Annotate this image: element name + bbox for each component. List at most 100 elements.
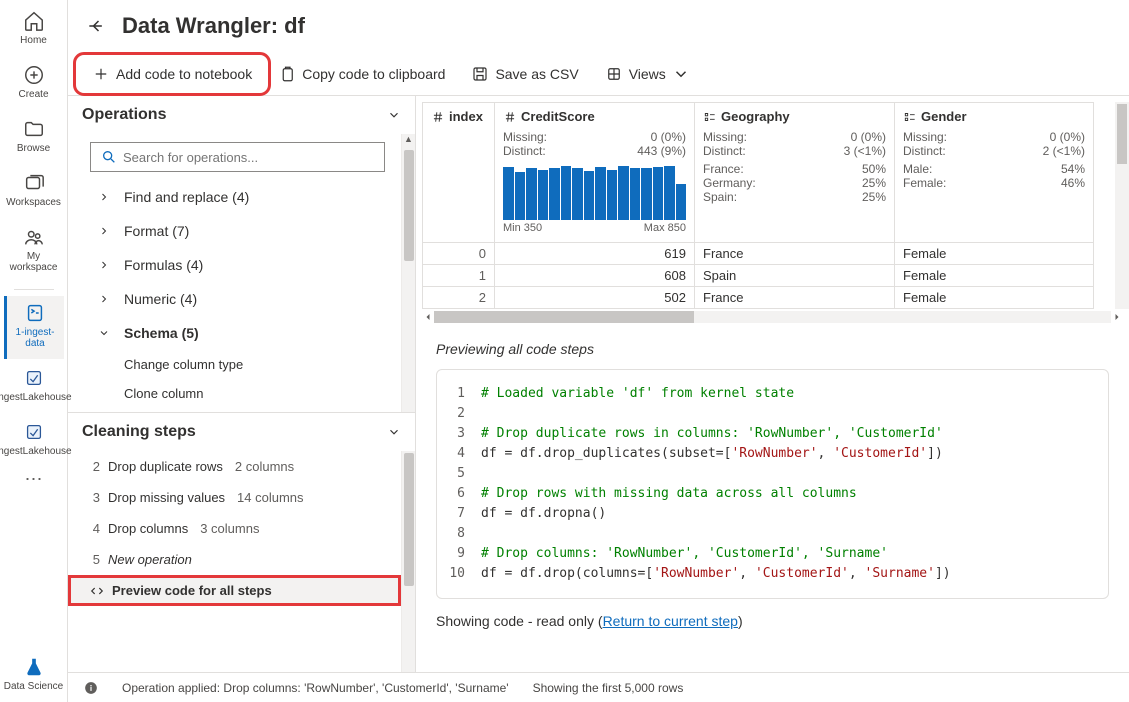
header-label: Cleaning steps — [82, 423, 196, 441]
category-icon — [703, 110, 717, 124]
views-button[interactable]: Views — [593, 59, 702, 89]
steps-header[interactable]: Cleaning steps — [68, 412, 415, 451]
scroll-thumb[interactable] — [404, 150, 414, 261]
data-row[interactable]: 2502FranceFemale — [422, 287, 1123, 309]
op-sub-item[interactable]: Change column type — [90, 350, 385, 379]
save-csv-button[interactable]: Save as CSV — [459, 59, 590, 89]
code-box: 1# Loaded variable 'df' from kernel stat… — [436, 369, 1109, 599]
grid-hscrollbar[interactable] — [422, 311, 1123, 323]
rail-create[interactable]: Create — [4, 58, 64, 110]
column-title: CreditScore — [503, 109, 686, 124]
rail-separator — [14, 289, 54, 290]
cleaning-step[interactable]: 4Drop columns3 columns — [68, 513, 401, 544]
cell-index: 1 — [422, 265, 494, 287]
return-step-link[interactable]: Return to current step — [603, 613, 738, 629]
op-category[interactable]: Numeric (4) — [90, 282, 385, 316]
people-icon — [23, 226, 45, 248]
grid-vscrollbar[interactable] — [1115, 102, 1129, 309]
category-label: Find and replace (4) — [124, 189, 249, 205]
preview-label: Preview code for all steps — [112, 583, 272, 598]
chevron-right-icon — [98, 191, 110, 203]
data-row[interactable]: 0619FranceFemale — [422, 243, 1123, 265]
rail-ingest-data[interactable]: 1-ingest-data — [4, 296, 64, 359]
button-label: Add code to notebook — [116, 66, 252, 82]
rail-label: My workspace — [4, 251, 64, 273]
info-icon — [84, 681, 98, 695]
column-header[interactable]: index — [422, 102, 494, 243]
op-sub-item[interactable]: Clone column — [90, 379, 385, 408]
rail-label: Browse — [17, 143, 50, 154]
rail-data-science[interactable]: Data Science — [4, 650, 64, 702]
operations-scrollbar[interactable]: ▲ — [401, 134, 415, 412]
back-button[interactable] — [80, 10, 112, 42]
category-label: Numeric (4) — [124, 291, 197, 307]
op-category[interactable]: Formulas (4) — [90, 248, 385, 282]
cell-geo: France — [694, 243, 894, 265]
rail-lakehouse-2[interactable]: IngestLakehouse — [4, 415, 64, 467]
step-label: Drop columns — [108, 521, 188, 536]
lakehouse-icon — [23, 421, 45, 443]
cell-index: 2 — [422, 287, 494, 309]
notebook-icon — [24, 302, 46, 324]
rail-label: 1-ingest-data — [7, 327, 64, 349]
arrow-left-icon — [86, 16, 106, 36]
op-category[interactable]: Format (7) — [90, 214, 385, 248]
hash-icon — [431, 110, 445, 124]
step-label: Drop missing values — [108, 490, 225, 505]
rail-myworkspace[interactable]: My workspace — [4, 220, 64, 283]
rail-label: Workspaces — [6, 197, 61, 208]
operations-header[interactable]: Operations — [68, 96, 415, 134]
cell-gender: Female — [894, 287, 1094, 309]
cell-credit: 608 — [494, 265, 694, 287]
cleaning-step[interactable]: 3Drop missing values14 columns — [68, 482, 401, 513]
chevron-right-icon — [98, 225, 110, 237]
search-input[interactable] — [90, 142, 385, 172]
scroll-thumb[interactable] — [1117, 104, 1127, 164]
steps-scrollbar[interactable] — [401, 451, 415, 672]
op-category[interactable]: Find and replace (4) — [90, 180, 385, 214]
column-header[interactable]: GenderMissing:0 (0%)Distinct:2 (<1%)Male… — [894, 102, 1094, 243]
cell-gender: Female — [894, 265, 1094, 287]
chevron-right-icon — [98, 327, 110, 339]
left-panel: Operations Find and replace (4) Format (7… — [68, 96, 416, 672]
button-label: Copy code to clipboard — [302, 66, 445, 82]
code-panel: Previewing all code steps 1# Loaded vari… — [416, 325, 1129, 672]
arrow-left-icon — [422, 311, 434, 323]
scroll-thumb[interactable] — [434, 311, 694, 323]
hash-icon — [503, 110, 517, 124]
column-header[interactable]: CreditScoreMissing:0 (0%)Distinct:443 (9… — [494, 102, 694, 243]
column-header[interactable]: GeographyMissing:0 (0%)Distinct:3 (<1%)F… — [694, 102, 894, 243]
stack-icon — [23, 172, 45, 194]
header-label: Operations — [82, 106, 166, 124]
step-number: 2 — [90, 459, 100, 474]
steps-body: 2Drop duplicate rows2 columns3Drop missi… — [68, 451, 401, 672]
rail-lakehouse-1[interactable]: IngestLakehouse — [4, 361, 64, 413]
lakehouse-icon — [23, 367, 45, 389]
status-applied: Operation applied: Drop columns: 'RowNum… — [122, 681, 509, 695]
step-number: 5 — [90, 552, 100, 567]
op-category[interactable]: Schema (5) — [90, 316, 385, 350]
cleaning-step[interactable]: 2Drop duplicate rows2 columns — [68, 451, 401, 482]
rail-workspaces[interactable]: Workspaces — [4, 166, 64, 218]
column-title: index — [431, 109, 486, 124]
rail-home[interactable]: Home — [4, 4, 64, 56]
rail-more[interactable]: ⋯ — [25, 469, 43, 499]
rail-label: Data Science — [4, 681, 63, 692]
folder-icon — [23, 118, 45, 140]
add-code-button[interactable]: Add code to notebook — [80, 59, 264, 89]
search-field[interactable] — [123, 150, 374, 165]
button-label: Views — [629, 66, 666, 82]
copy-code-button[interactable]: Copy code to clipboard — [266, 59, 457, 89]
data-row[interactable]: 1608SpainFemale — [422, 265, 1123, 287]
cell-geo: France — [694, 287, 894, 309]
search-icon — [101, 149, 117, 165]
step-label: Drop duplicate rows — [108, 459, 223, 474]
column-title: Gender — [903, 109, 1085, 124]
home-icon — [23, 10, 45, 32]
rail-browse[interactable]: Browse — [4, 112, 64, 164]
preview-code-step[interactable]: Preview code for all steps — [68, 575, 401, 606]
cell-credit: 502 — [494, 287, 694, 309]
cleaning-step[interactable]: 5New operation — [68, 544, 401, 575]
scroll-thumb[interactable] — [404, 453, 414, 586]
category-label: Format (7) — [124, 223, 189, 239]
